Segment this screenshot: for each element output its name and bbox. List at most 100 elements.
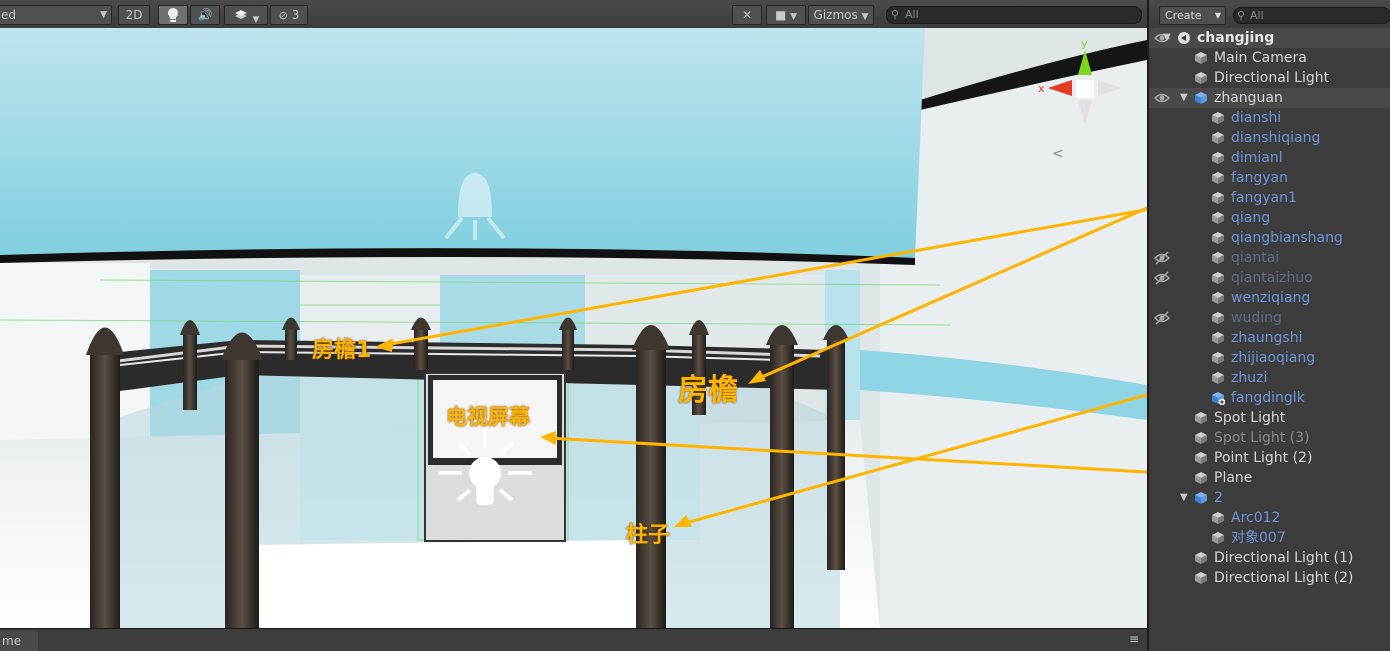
chevron-down-icon: ▼	[1214, 11, 1221, 20]
hierarchy-item[interactable]: Point Light (2)	[1149, 448, 1390, 468]
search-icon: ⚲	[1237, 9, 1246, 22]
eye-slash-icon[interactable]	[1154, 251, 1170, 265]
hierarchy-item[interactable]: ▼ changjing	[1149, 28, 1390, 48]
expand-arrow-icon[interactable]: ▼	[1180, 88, 1188, 108]
hierarchy-item[interactable]: qiantaizhuo	[1149, 268, 1390, 288]
gameobject-icon	[1212, 152, 1224, 164]
shading-mode-dropdown[interactable]: ed ▼	[0, 5, 112, 25]
hierarchy-item[interactable]: fangdinglk	[1149, 388, 1390, 408]
scene-search-input[interactable]: ⚲ All	[886, 6, 1142, 24]
hierarchy-item-label: zhaungshi	[1231, 330, 1303, 346]
hierarchy-item[interactable]: Spot Light (3)	[1149, 428, 1390, 448]
camera-dropdown[interactable]: ■ ▼	[766, 5, 806, 25]
hierarchy-item[interactable]: Directional Light (1)	[1149, 548, 1390, 568]
hierarchy-item[interactable]: Arc012	[1149, 508, 1390, 528]
panel-menu-button[interactable]: ≡	[1129, 632, 1139, 646]
annotation-fangyan1: 房檐1	[312, 338, 372, 363]
pillar	[414, 330, 428, 370]
hierarchy-item[interactable]: qiangbianshang	[1149, 228, 1390, 248]
gameobject-icon	[1212, 332, 1224, 344]
hierarchy-item[interactable]: ▼ zhanguan	[1149, 88, 1390, 108]
hierarchy-item-label: qiang	[1231, 210, 1271, 226]
mode-2d-button[interactable]: 2D	[118, 5, 150, 25]
pillar	[90, 355, 120, 628]
game-tab-label: me	[2, 634, 22, 648]
hierarchy-item[interactable]: Directional Light (2)	[1149, 568, 1390, 588]
gizmos-dropdown[interactable]: Gizmos ▼	[808, 5, 874, 25]
scene-viewport[interactable]: y x <	[0, 28, 1147, 628]
eye-slash-icon[interactable]	[1154, 311, 1170, 325]
annotation-tv-screen: 电视屏幕	[446, 405, 530, 429]
hierarchy-item[interactable]: wenziqiang	[1149, 288, 1390, 308]
audio-toggle[interactable]: 🔊	[190, 5, 220, 25]
y-axis-label: y	[1081, 37, 1088, 50]
hierarchy-item[interactable]: dianshi	[1149, 108, 1390, 128]
eye-icon[interactable]	[1154, 91, 1170, 105]
hierarchy-item[interactable]: Main Camera	[1149, 48, 1390, 68]
hierarchy-item-label: Arc012	[1231, 510, 1281, 526]
gameobject-icon	[1212, 232, 1224, 244]
gameobject-icon	[1195, 432, 1207, 444]
gameobject-icon	[1212, 172, 1224, 184]
scene-footer: me ≡	[0, 628, 1147, 651]
hierarchy-item[interactable]: Spot Light	[1149, 408, 1390, 428]
hierarchy-item-label: qiangbianshang	[1231, 230, 1343, 246]
hierarchy-item[interactable]: dianshiqiang	[1149, 128, 1390, 148]
center-cube-icon[interactable]	[1076, 80, 1094, 98]
hierarchy-search-input[interactable]: ⚲ All	[1233, 7, 1390, 24]
hierarchy-item-label: Spot Light	[1214, 410, 1286, 426]
hierarchy-item[interactable]: zhuzi	[1149, 368, 1390, 388]
hierarchy-item-label: Directional Light (1)	[1214, 550, 1354, 566]
perspective-label-icon: <	[1052, 146, 1064, 162]
eye-slash-icon[interactable]	[1154, 271, 1170, 285]
hierarchy-item-label: fangdinglk	[1231, 390, 1305, 406]
gameobject-icon	[1212, 312, 1224, 324]
effects-dropdown[interactable]: ▼	[224, 5, 268, 25]
pillar	[562, 330, 574, 370]
hierarchy-item[interactable]: qiantai	[1149, 248, 1390, 268]
hierarchy-item[interactable]: fangyan1	[1149, 188, 1390, 208]
prefab-icon	[1195, 92, 1207, 104]
ceiling	[0, 28, 925, 258]
hierarchy-panel: Create ▼ ⚲ All ▼ changjing Main Camera Dire…	[1147, 0, 1390, 650]
scene-search-placeholder: All	[905, 8, 919, 21]
gameobject-icon	[1212, 132, 1224, 144]
chevron-down-icon: ▼	[252, 15, 260, 25]
hierarchy-item[interactable]: Plane	[1149, 468, 1390, 488]
hierarchy-item-label: changjing	[1197, 30, 1275, 46]
expand-arrow-icon[interactable]: ▼	[1163, 28, 1171, 48]
tools-button[interactable]: ✕	[732, 5, 762, 25]
hierarchy-item-label: Directional Light	[1214, 70, 1330, 86]
gameobject-icon	[1195, 52, 1207, 64]
annotation-zhuzi: 柱子	[626, 523, 671, 548]
tools-icon: ✕	[741, 8, 753, 22]
annotation-fangyan: 房檐	[678, 373, 738, 408]
hierarchy-item[interactable]: fangyan	[1149, 168, 1390, 188]
scene-view[interactable]: ed ▼ 2D 🔊 ▼ ⊘ 3 ✕ ■ ▼ Gizmos ▼ ⚲ All y x…	[0, 0, 1147, 651]
hierarchy-item[interactable]: Directional Light	[1149, 68, 1390, 88]
hierarchy-item[interactable]: zhaungshi	[1149, 328, 1390, 348]
hierarchy-item[interactable]: 对象007	[1149, 528, 1390, 548]
gameobject-icon	[1212, 532, 1224, 544]
hierarchy-item[interactable]: dimianl	[1149, 148, 1390, 168]
lighting-toggle[interactable]	[158, 5, 188, 25]
game-tab[interactable]: me	[0, 631, 38, 651]
gameobject-icon	[1212, 292, 1224, 304]
hierarchy-item[interactable]: qiang	[1149, 208, 1390, 228]
gameobject-icon	[1212, 512, 1224, 524]
create-button[interactable]: Create ▼	[1159, 6, 1226, 25]
pillar	[285, 330, 297, 360]
hidden-objects-toggle[interactable]: ⊘ 3	[270, 5, 308, 25]
eye-slash-icon: ⊘	[278, 9, 288, 22]
floor-light	[240, 540, 660, 628]
hierarchy-item[interactable]: wuding	[1149, 308, 1390, 328]
gameobject-icon	[1195, 72, 1207, 84]
hierarchy-toolbar: Create ▼ ⚲ All	[1149, 0, 1390, 29]
hierarchy-item-label: dianshi	[1231, 110, 1282, 126]
hierarchy-item[interactable]: zhijiaoqiang	[1149, 348, 1390, 368]
unity-scene-icon	[1178, 32, 1190, 44]
expand-arrow-icon[interactable]: ▼	[1180, 488, 1188, 508]
pillar	[225, 360, 259, 628]
hierarchy-item[interactable]: ▼ 2	[1149, 488, 1390, 508]
hierarchy-item-label: wenziqiang	[1231, 290, 1311, 306]
